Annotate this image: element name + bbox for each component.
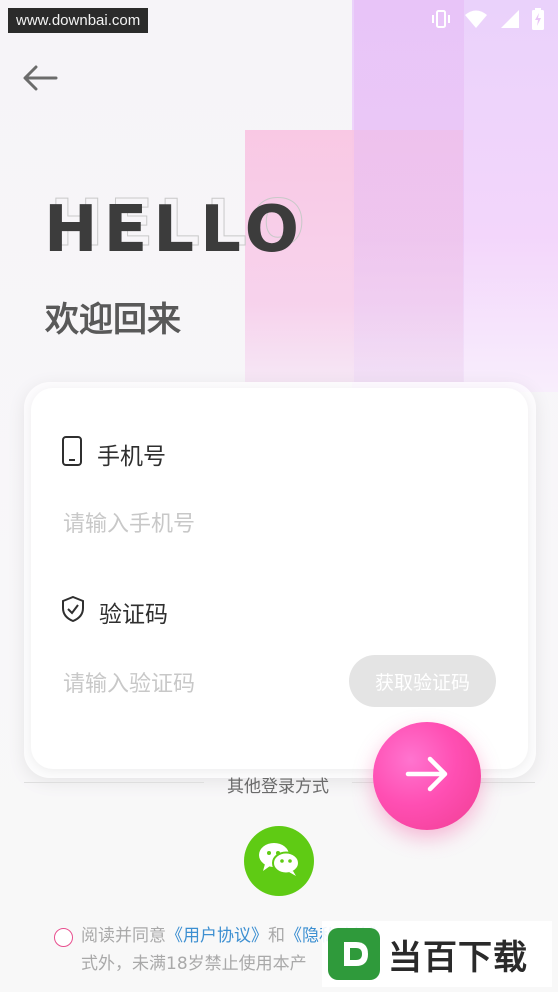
agreement-checkbox[interactable] [54,928,73,947]
vibrate-icon [430,8,452,30]
phone-field-label: 手机号 [61,436,166,472]
arrow-left-icon [22,65,58,95]
wifi-icon [464,9,488,29]
wechat-icon [257,840,301,882]
verification-code-input[interactable] [63,666,323,702]
phone-input[interactable] [63,506,483,542]
signal-icon [500,9,520,29]
brand-logo-icon [328,928,380,980]
agreement-and: 和 [268,926,285,946]
other-login-label: 其他登录方式 [227,777,329,797]
back-button[interactable] [20,64,60,96]
brand-text: 当百下载 [388,937,528,978]
agreement-prefix: 阅读并同意 [81,926,166,946]
get-code-button[interactable]: 获取验证码 [349,655,496,707]
shield-check-icon [61,595,85,628]
site-watermark-logo: 当百下载 [322,921,552,987]
agreement-line2: 式外，未满18岁禁止使用本产 [81,954,307,974]
hello-text: HELLO [44,193,305,267]
phone-label-text: 手机号 [97,444,166,470]
mobile-phone-icon [61,436,83,472]
status-bar [430,8,544,30]
divider-left [24,782,204,783]
code-label-text: 验证码 [99,602,168,628]
welcome-subtitle: 欢迎回来 [45,300,181,340]
submit-button[interactable] [373,722,481,830]
code-field-label: 验证码 [61,595,168,629]
decorative-lilac-block [354,0,464,382]
arrow-right-icon [404,754,450,798]
battery-icon [532,8,544,30]
watermark-url: www.downbai.com [8,8,149,33]
hello-heading: HELLO HELLO [44,187,344,270]
wechat-login-button[interactable] [244,826,314,896]
user-agreement-link[interactable]: 《用户协议》 [166,926,268,946]
